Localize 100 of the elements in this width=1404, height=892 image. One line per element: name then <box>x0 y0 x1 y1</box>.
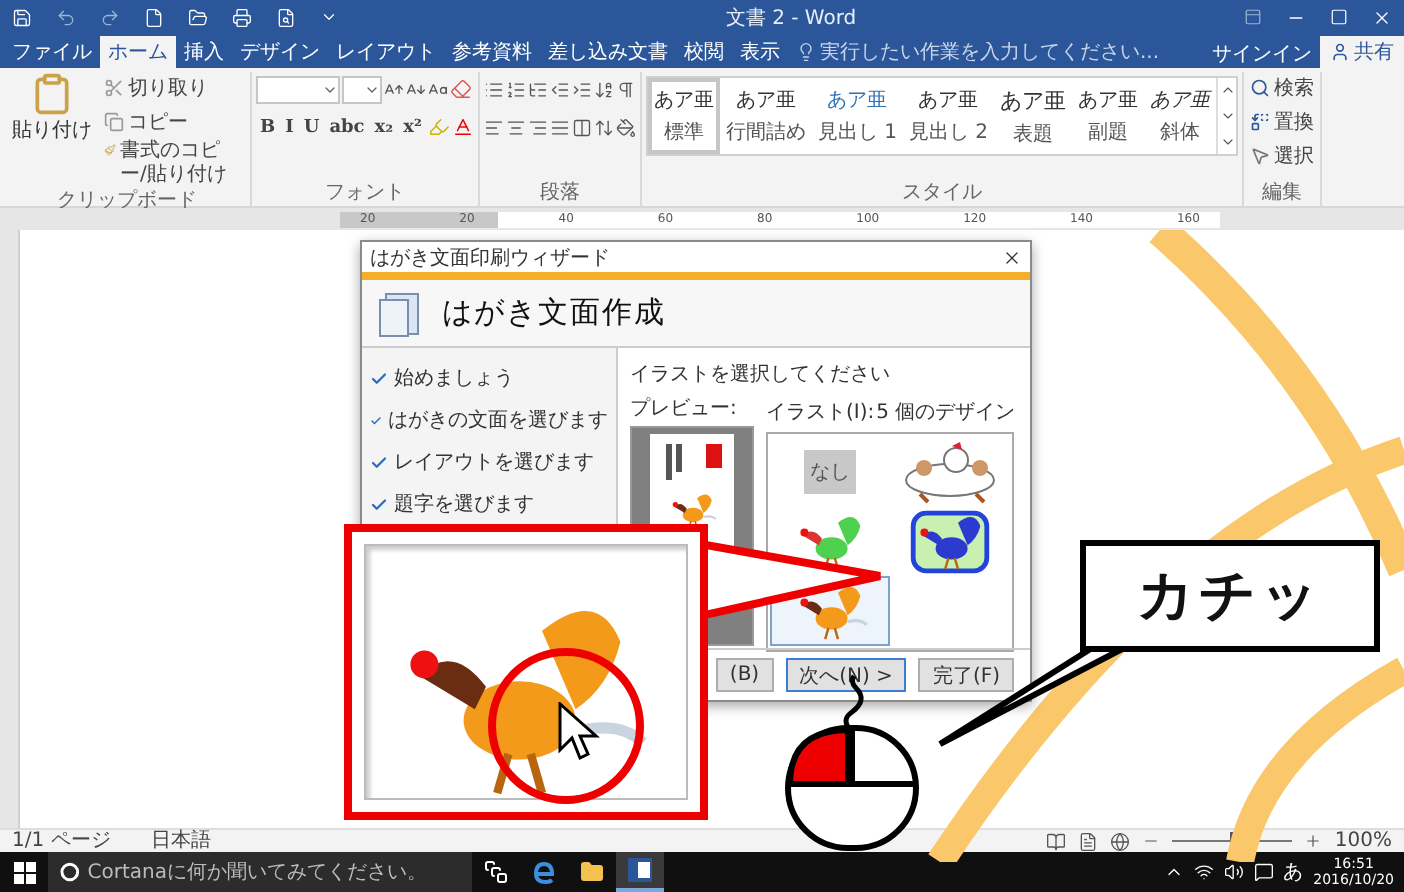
font-size-field[interactable] <box>342 75 382 103</box>
pilcrow-icon[interactable] <box>615 79 636 99</box>
dialog-button[interactable]: 完了(F) <box>918 658 1014 692</box>
multilevel-list-icon[interactable] <box>527 79 548 99</box>
paste-button[interactable]: 貼り付け <box>8 72 96 188</box>
replace-button[interactable]: 置換 <box>1248 106 1317 136</box>
ime-indicator[interactable]: あ <box>1283 858 1304 886</box>
step-label: 始めましょう <box>394 366 514 392</box>
shading-icon[interactable] <box>615 117 636 137</box>
redo-icon[interactable] <box>100 7 120 27</box>
step-label: 題字を選びます <box>394 491 534 518</box>
style-name: 副題 <box>1088 120 1129 146</box>
step-label: レイアウトを選びます <box>394 450 594 476</box>
maximize-icon[interactable] <box>1330 8 1348 26</box>
grow-font-icon[interactable] <box>384 79 404 99</box>
page-count: 1/1 ページ <box>12 829 111 853</box>
format-button[interactable]: x² <box>399 112 426 142</box>
print-preview-icon[interactable] <box>276 7 296 27</box>
line-spacing-icon[interactable] <box>593 117 614 137</box>
justify-icon[interactable] <box>549 117 570 137</box>
style-sample: あア亜 <box>918 88 979 114</box>
ribbon-tab[interactable]: 挿入 <box>176 36 232 68</box>
find-button[interactable]: 検索 <box>1248 72 1317 102</box>
notification-icon[interactable] <box>1253 862 1274 882</box>
format-button[interactable]: abc <box>325 112 369 142</box>
align-right-icon[interactable] <box>527 117 548 137</box>
change-case-icon[interactable] <box>428 79 448 99</box>
ribbon-tab[interactable]: 差し込み文書 <box>540 36 676 68</box>
preview-label: プレビュー: <box>630 395 739 422</box>
search-icon <box>1250 77 1271 97</box>
clear-format-icon[interactable] <box>450 78 472 100</box>
taskbar-search-field[interactable]: Cortanaに何か聞いてみてください。 <box>48 852 472 892</box>
printer-icon[interactable] <box>232 7 252 27</box>
sign-in-link[interactable]: サインイン <box>1204 40 1320 68</box>
font-color-icon[interactable] <box>451 116 474 138</box>
select-button[interactable]: 選択 <box>1248 140 1317 170</box>
indent-increase-icon[interactable] <box>571 79 592 99</box>
none-option-label: なし <box>804 449 856 493</box>
copy-icon <box>104 111 124 131</box>
style-name: 斜体 <box>1160 119 1201 146</box>
close-icon[interactable] <box>1372 7 1392 27</box>
browser-e-icon <box>532 860 556 884</box>
zoom-in-icon[interactable] <box>1304 832 1323 850</box>
align-center-icon[interactable] <box>505 117 526 137</box>
style-name: 見出し 2 <box>908 119 989 146</box>
format-painter-button[interactable]: 書式のコピー/貼り付け <box>102 140 246 188</box>
columns-icon[interactable] <box>571 117 592 137</box>
ribbon-tab[interactable]: 校閲 <box>676 36 732 68</box>
undo-icon[interactable] <box>56 7 76 27</box>
ribbon-display-icon[interactable] <box>1244 8 1262 26</box>
font-name-field[interactable] <box>256 75 340 103</box>
read-mode-icon[interactable] <box>1046 831 1067 851</box>
format-button[interactable]: U <box>299 112 324 142</box>
lightbulb-icon[interactable] <box>796 42 816 62</box>
ribbon-tab[interactable]: 参考資料 <box>444 36 540 68</box>
replace-icon <box>1250 111 1271 131</box>
style-name: 表題 <box>1013 121 1054 147</box>
group-label: 編集 <box>1260 180 1305 206</box>
ribbon-tab[interactable]: デザイン <box>232 36 328 68</box>
folder-icon <box>580 860 604 884</box>
copy-button[interactable]: コピー <box>102 106 246 136</box>
format-button[interactable]: B <box>256 112 280 142</box>
cut-button[interactable]: 切り取り <box>102 72 246 102</box>
zoom-level: 100% <box>1334 829 1392 853</box>
scissors-icon <box>104 77 124 97</box>
style-sample: あア亜 <box>1000 85 1067 115</box>
indent-decrease-icon[interactable] <box>549 79 570 99</box>
windows-logo-icon <box>13 861 35 883</box>
sort-icon[interactable] <box>593 79 614 99</box>
format-button[interactable]: I <box>281 112 298 142</box>
network-icon[interactable] <box>1193 862 1214 882</box>
word-app-button[interactable] <box>616 852 664 892</box>
web-layout-icon[interactable] <box>1110 831 1131 851</box>
document-app-icon <box>628 858 652 882</box>
ribbon-tab[interactable]: 表示 <box>732 36 788 68</box>
dialog-button[interactable]: 次へ(N) > <box>785 658 907 692</box>
ribbon-tab[interactable]: ファイル <box>4 36 100 68</box>
style-sample: あア亜 <box>827 88 888 114</box>
dialog-button[interactable]: (B) <box>715 658 774 692</box>
style-option[interactable]: あア亜 標準 <box>647 78 720 154</box>
close-icon[interactable] <box>1002 247 1022 267</box>
illustration-label: イラスト(I): <box>766 399 875 425</box>
volume-icon[interactable] <box>1223 862 1244 882</box>
shrink-font-icon[interactable] <box>406 79 426 99</box>
ribbon-tab[interactable]: レイアウト <box>328 36 444 68</box>
numbering-icon[interactable] <box>505 79 526 99</box>
print-layout-icon[interactable] <box>1078 831 1099 851</box>
share-button[interactable]: 共有 <box>1320 36 1404 68</box>
caret-icon[interactable] <box>320 8 338 26</box>
align-left-icon[interactable] <box>483 117 504 137</box>
ribbon-tab[interactable]: ホーム <box>100 36 176 68</box>
circle-icon <box>60 862 80 882</box>
save-icon[interactable] <box>12 7 32 27</box>
folder-icon[interactable] <box>188 7 208 27</box>
user-icon <box>1330 42 1350 62</box>
language-status: 日本語 <box>150 829 211 853</box>
dialog-title: はがき文面印刷ウィザード <box>370 245 610 271</box>
new-document-icon[interactable] <box>144 7 164 27</box>
format-button[interactable]: x₂ <box>370 112 398 142</box>
wizard-icon <box>378 289 422 337</box>
